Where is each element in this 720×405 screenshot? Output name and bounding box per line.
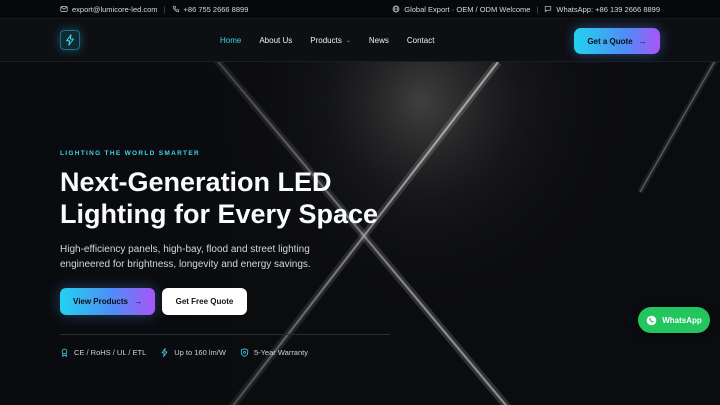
- top-contact-bar: export@lumicore-led.com | +86 755 2666 8…: [0, 0, 720, 19]
- export-note: Global Export · OEM / ODM Welcome: [404, 4, 531, 14]
- hero-section: LIGHTING THE WORLD SMARTER Next-Generati…: [0, 62, 720, 405]
- separator: |: [163, 4, 166, 14]
- feature-certification: CE / RoHS / UL / ETL: [60, 348, 146, 357]
- arrow-right-icon: →: [133, 297, 142, 306]
- view-products-label: View Products: [73, 297, 128, 306]
- hero-subtitle: High-efficiency panels, high-bay, flood …: [60, 244, 311, 270]
- whatsapp-label: WhatsApp: [662, 315, 702, 325]
- arrow-right-icon: →: [638, 36, 647, 46]
- nav-item-products-label: Products: [310, 36, 342, 45]
- hero-title: Next-Generation LED Lighting for Every S…: [60, 167, 379, 229]
- feature-efficiency-label: Up to 160 lm/W: [174, 348, 226, 357]
- whatsapp-floating-button[interactable]: WhatsApp: [638, 307, 710, 333]
- export-group: Global Export · OEM / ODM Welcome | What…: [392, 5, 660, 14]
- whatsapp-icon: [646, 315, 657, 325]
- nav-item-about[interactable]: About Us: [259, 36, 292, 45]
- feature-efficiency: Up to 160 lm/W: [160, 348, 226, 357]
- get-free-quote-label: Get Free Quote: [175, 297, 234, 306]
- feature-warranty: 5-Year Warranty: [240, 348, 308, 357]
- nav-item-products[interactable]: Products ⌄: [310, 36, 351, 45]
- get-quote-button[interactable]: Get a Quote →: [574, 28, 660, 54]
- feature-certification-label: CE / RoHS / UL / ETL: [74, 348, 147, 357]
- feature-warranty-label: 5-Year Warranty: [253, 348, 308, 357]
- hero-divider: [60, 334, 390, 335]
- nav-item-contact[interactable]: Contact: [407, 36, 435, 45]
- get-free-quote-button[interactable]: Get Free Quote: [162, 288, 247, 315]
- get-quote-label: Get a Quote: [587, 36, 633, 46]
- mail-icon: [60, 6, 68, 12]
- chevron-down-icon: ⌄: [345, 38, 351, 44]
- globe-icon: [392, 5, 400, 13]
- nav-item-home[interactable]: Home: [220, 36, 241, 45]
- phone-icon: [172, 5, 179, 13]
- shield-icon: [240, 348, 249, 357]
- contact-phone[interactable]: +86 755 2666 8899: [184, 5, 249, 14]
- hero-eyebrow: LIGHTING THE WORLD SMARTER: [60, 150, 200, 157]
- certificate-icon: [61, 348, 68, 357]
- contact-group: export@lumicore-led.com | +86 755 2666 8…: [60, 5, 248, 14]
- contact-email[interactable]: export@lumicore-led.com: [72, 5, 158, 14]
- feature-list: CE / RoHS / UL / ETL Up to 160 lm/W 5-Ye…: [60, 348, 308, 357]
- lightning-logo-icon: [66, 34, 74, 46]
- main-navbar: Home About Us Products ⌄ News Contact Ge…: [0, 19, 720, 62]
- whatsapp-contact[interactable]: WhatsApp: +86 139 2666 8899: [556, 5, 660, 14]
- separator: |: [536, 4, 539, 14]
- nav-menu: Home About Us Products ⌄ News Contact: [220, 19, 434, 62]
- nav-item-news[interactable]: News: [369, 36, 389, 45]
- chat-icon: [545, 6, 552, 13]
- brand-logo[interactable]: [60, 30, 80, 50]
- view-products-button[interactable]: View Products →: [60, 288, 155, 315]
- lightning-icon: [161, 348, 168, 357]
